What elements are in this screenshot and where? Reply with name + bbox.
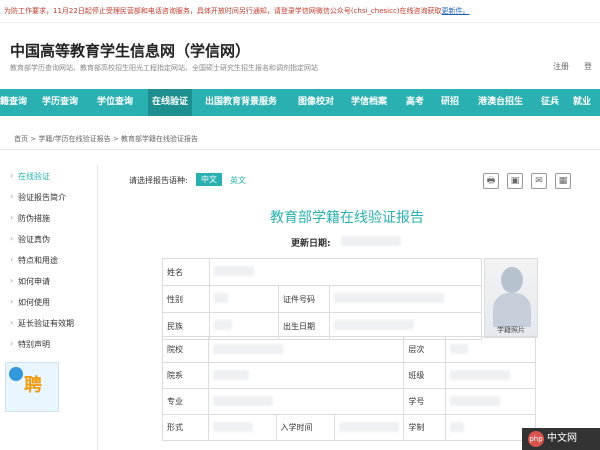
sidebar-item-anti-fake[interactable]: 防伪措施: [10, 213, 50, 224]
sidebar-item-use[interactable]: 如何使用: [10, 297, 50, 308]
redacted-gender: [214, 293, 228, 303]
site-title[interactable]: 中国高等教育学生信息网（学信网）: [10, 40, 250, 61]
redacted-name: [214, 266, 254, 276]
nav-item-online-verify[interactable]: 在线验证: [148, 89, 193, 116]
field-value-class: [445, 362, 536, 389]
banner-text: 聘: [24, 375, 42, 396]
field-label-id: 证件号码: [278, 285, 330, 313]
nav-item-overseas[interactable]: 出国教育背景服务: [205, 89, 277, 116]
nav-item-degree[interactable]: 学位查询: [97, 89, 133, 116]
sidebar-item-statement[interactable]: 特别声明: [10, 339, 50, 350]
photo-caption: 学籍照片: [497, 326, 525, 334]
recruit-banner[interactable]: 聘: [5, 362, 59, 412]
field-label-gender: 性别: [162, 285, 210, 313]
sidebar-item-extend[interactable]: 延长验证有效期: [10, 318, 74, 329]
update-date-label: 更新日期:: [291, 239, 331, 249]
field-value-id: [329, 285, 482, 313]
redacted-duration: [450, 421, 465, 432]
sidebar-item-features[interactable]: 特点和用途: [10, 255, 58, 266]
login-link[interactable]: 登: [584, 61, 592, 72]
photo-face: [501, 267, 523, 293]
nav-item-graduate[interactable]: 研招: [441, 89, 459, 116]
field-label-form: 形式: [162, 414, 209, 441]
redacted-school: [212, 343, 283, 354]
redacted-enroll: [339, 421, 400, 432]
sidebar-item-online-verify[interactable]: 在线验证: [10, 171, 50, 182]
watermark-text: 中文网: [547, 433, 577, 444]
language-label: 请选择报告语种:: [129, 176, 188, 185]
field-label-student-no: 学号: [403, 388, 447, 415]
nav-item-hk-tw[interactable]: 港澳台招生: [478, 89, 523, 116]
notice-text: 为防工作要求，11月22日起停止受理民营部和电话咨询服务，具体开放时间另行通知，…: [4, 7, 442, 15]
field-value-name: [209, 258, 482, 286]
redacted-id: [334, 293, 444, 303]
field-value-department: [207, 362, 405, 389]
photo-body: [493, 293, 531, 327]
site-header: 中国高等教育学生信息网（学信网） 教育部学历查询网站、教育部高校招生阳光工程指定…: [0, 23, 600, 90]
report-title: 教育部学籍在线验证报告: [270, 210, 424, 226]
main-nav: 籍查询 学历查询 学位查询 在线验证 出国教育背景服务 图像校对 学信档案 高考…: [0, 89, 600, 116]
field-value-enroll: [334, 414, 405, 441]
redacted-ethnicity: [214, 320, 232, 330]
redacted-major: [212, 395, 273, 406]
sidebar-item-intro[interactable]: 验证报告简介: [10, 192, 66, 203]
language-option-english[interactable]: 英文: [230, 175, 246, 186]
field-value-major: [207, 388, 405, 415]
notice-banner: 为防工作要求，11月22日起停止受理民营部和电话咨询服务，具体开放时间另行通知，…: [0, 0, 600, 23]
field-label-class: 班级: [403, 362, 447, 389]
notice-link[interactable]: 更新件。: [442, 7, 470, 15]
field-value-school: [207, 336, 405, 363]
language-option-chinese[interactable]: 中文: [196, 173, 222, 186]
school-info-table: 院校 层次 院系 班级 专业 学号 形式 入学时间 学制: [162, 336, 536, 441]
banner-logo-icon: [9, 367, 23, 381]
divider: [0, 149, 600, 150]
qr-code-icon[interactable]: ▦: [555, 173, 571, 189]
field-label-duration: 学制: [403, 414, 447, 441]
sidebar-item-verify-true[interactable]: 验证真伪: [10, 234, 50, 245]
field-label-level: 层次: [403, 336, 447, 363]
php-logo-icon: php: [528, 431, 544, 447]
field-label-enroll: 入学时间: [275, 414, 336, 441]
nav-item-archive[interactable]: 学信档案: [351, 89, 387, 116]
watermark: php 中文网: [522, 428, 600, 450]
field-value-gender: [209, 285, 279, 313]
sidebar-item-apply[interactable]: 如何申请: [10, 276, 50, 287]
site-subtitle: 教育部学历查询网站、教育部高校招生阳光工程指定网站、全国硕士研究生招生报名和调剂…: [10, 64, 318, 72]
mail-icon[interactable]: ✉: [531, 173, 547, 189]
redacted-birth: [334, 320, 414, 330]
print-icon[interactable]: 🖶: [483, 173, 499, 189]
register-link[interactable]: 注册: [553, 61, 569, 72]
field-value-form: [207, 414, 277, 441]
redacted-form: [212, 421, 253, 432]
field-value-student-no: [445, 388, 536, 415]
student-photo: 学籍照片: [484, 258, 538, 338]
field-label-major: 专业: [162, 388, 209, 415]
redacted-class: [450, 369, 511, 380]
redacted-department: [212, 369, 249, 380]
student-info-table: 姓名 性别 证件号码 民族 出生日期: [162, 258, 482, 340]
field-value-level: [445, 336, 536, 363]
redacted-level: [450, 343, 469, 354]
nav-item-jobs[interactable]: 就业: [573, 89, 591, 116]
nav-item-enrollment[interactable]: 籍查询: [0, 89, 27, 116]
update-date-value-redacted: [341, 236, 401, 246]
nav-item-degree-cert[interactable]: 学历查询: [42, 89, 78, 116]
breadcrumb[interactable]: 首页 > 学籍/学历在线验证报告 > 教育部学籍在线验证报告: [14, 134, 198, 144]
field-label-name: 姓名: [162, 258, 210, 286]
nav-item-image-check[interactable]: 图像校对: [298, 89, 334, 116]
field-label-school: 院校: [162, 336, 209, 363]
redacted-student-no: [450, 395, 501, 406]
nav-item-gaokao[interactable]: 高考: [406, 89, 424, 116]
field-label-department: 院系: [162, 362, 209, 389]
nav-item-military[interactable]: 征兵: [541, 89, 559, 116]
save-icon[interactable]: ▣: [507, 173, 523, 189]
